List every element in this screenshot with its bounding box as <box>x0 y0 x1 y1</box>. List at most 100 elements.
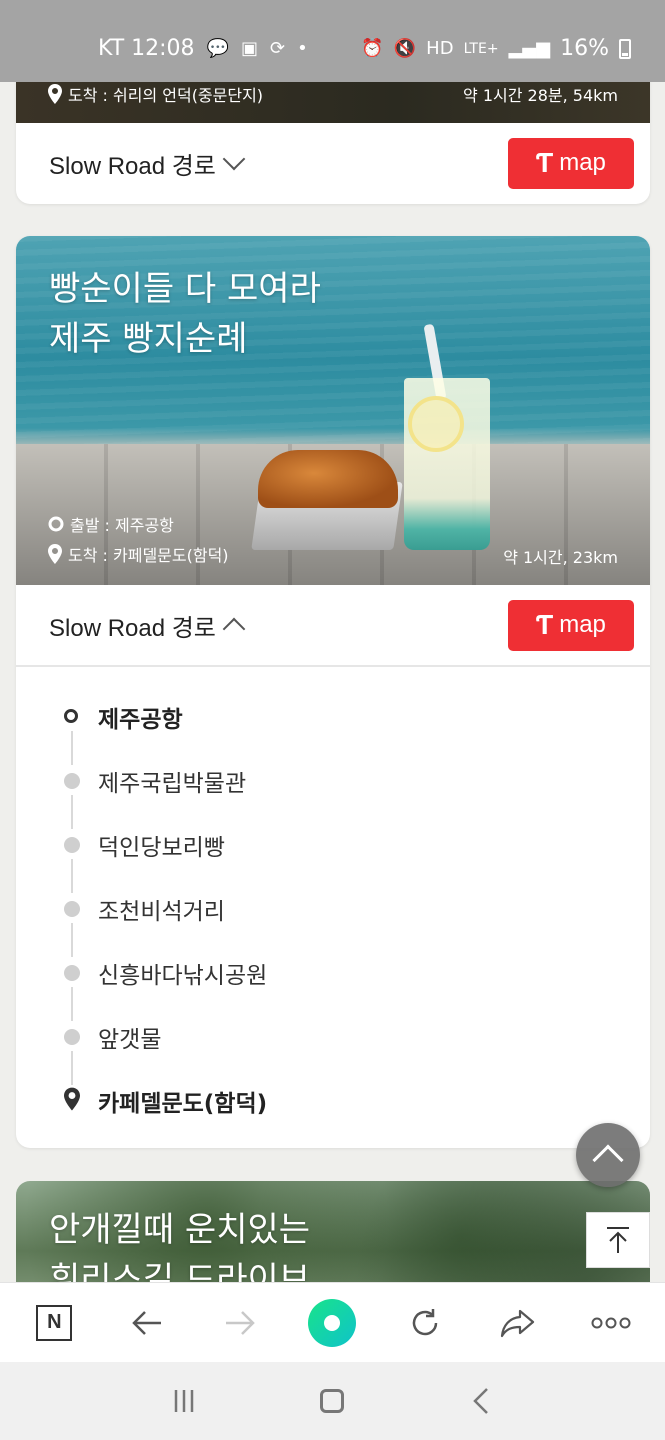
arrow-left-icon <box>132 1310 162 1335</box>
chevron-up-icon <box>592 1144 624 1176</box>
mute-icon: 🔇 <box>393 37 417 59</box>
destination-pin-icon <box>64 1087 80 1111</box>
battery-percent: 16% <box>560 36 609 61</box>
recents-icon <box>174 1390 194 1412</box>
route-connector <box>71 795 73 829</box>
tmap-button[interactable]: Ƭ map <box>508 599 634 651</box>
route-row: Slow Road 경로 Ƭ map <box>16 123 650 203</box>
more-dots-icon <box>591 1317 631 1328</box>
route-card-bread-tour: 빵순이들 다 모여라 제주 빵지순례 출발 : 제주공항 도착 : 카페델문도(… <box>16 236 650 1148</box>
route-card-previous: 도착 : 쉬리의 언덕(중문단지) 약 1시간 28분, 54km Slow R… <box>16 82 650 204</box>
lte-label: LTE+ <box>463 40 499 57</box>
stop-name: 신흥바다낚시공원 <box>98 963 268 989</box>
lemon-slice <box>408 396 464 452</box>
location-pin-icon <box>48 544 62 564</box>
naver-home-button[interactable]: N <box>24 1293 84 1353</box>
tmap-button[interactable]: Ƭ map <box>508 137 634 189</box>
carrier-time: KT 12:08 <box>98 36 195 61</box>
card-hero-image: 도착 : 쉬리의 언덕(중문단지) 약 1시간 28분, 54km <box>16 82 650 123</box>
stop-marker <box>64 837 80 853</box>
map-label: map <box>559 611 606 638</box>
battery-icon <box>619 38 631 59</box>
system-back-button[interactable] <box>451 1371 511 1431</box>
route-toggle[interactable]: Slow Road 경로 <box>49 608 246 643</box>
chevron-up-icon <box>222 617 246 641</box>
green-dot-icon <box>308 1298 357 1347</box>
back-button[interactable] <box>117 1293 177 1353</box>
route-connector <box>71 859 73 893</box>
start-circle-icon <box>64 709 78 723</box>
route-connector <box>71 987 73 1021</box>
route-card-next[interactable]: 안개낄때 운치있는 휘리스길 드라이브 <box>16 1181 650 1282</box>
forward-button[interactable] <box>210 1293 270 1353</box>
stop-dot-icon <box>64 773 80 789</box>
departure-text: 출발 : 제주공항 <box>70 516 174 535</box>
route-connector <box>71 731 73 765</box>
divider <box>16 665 650 667</box>
bread-loaf <box>258 450 398 508</box>
arrow-to-top-icon <box>607 1227 629 1253</box>
page-top-button[interactable] <box>586 1212 650 1268</box>
page-content: 도착 : 쉬리의 언덕(중문단지) 약 1시간 28분, 54km Slow R… <box>0 82 665 1282</box>
share-arrow-icon <box>500 1309 534 1337</box>
route-label: Slow Road 경로 <box>49 614 216 642</box>
refresh-button[interactable] <box>395 1293 455 1353</box>
card-title-line1: 빵순이들 다 모여라 <box>49 269 321 309</box>
recents-button[interactable] <box>154 1371 214 1431</box>
stop-name: 조천비석거리 <box>98 899 225 925</box>
chevron-down-icon <box>222 147 246 171</box>
status-bar: KT 12:08 💬 ▣ ⟳ • ⏰ 🔇 HD LTE+ ▂▄▆ 16% <box>0 0 665 82</box>
more-button[interactable] <box>581 1293 641 1353</box>
arrival-line: 도착 : 쉬리의 언덕(중문단지) <box>48 82 263 106</box>
arrow-right-icon <box>225 1310 255 1335</box>
end-marker <box>64 1087 80 1111</box>
talk-icon: 💬 <box>206 37 229 59</box>
card-title-line2: 휘리스길 드라이브 <box>49 1260 311 1282</box>
start-marker <box>64 709 80 725</box>
refresh-icon <box>412 1308 438 1335</box>
stop-dot-icon <box>64 965 80 981</box>
departure-circle-icon <box>48 516 64 532</box>
scroll-up-button[interactable] <box>576 1123 640 1187</box>
tmap-logo-icon: Ƭ <box>536 147 554 178</box>
hd-icon: HD <box>426 37 454 59</box>
stop-name: 앞갯물 <box>98 1027 162 1053</box>
stop-marker <box>64 901 80 917</box>
sync-icon: ⟳ <box>270 37 286 59</box>
home-button[interactable] <box>302 1371 362 1431</box>
arrival-line: 도착 : 카페델문도(함덕) <box>48 542 229 566</box>
gallery-icon: ▣ <box>240 37 258 59</box>
route-label: Slow Road 경로 <box>49 152 216 180</box>
stop-marker <box>64 773 80 789</box>
stop-dot-icon <box>64 837 80 853</box>
stop-name: 제주공항 <box>98 707 183 733</box>
signal-icon: ▂▄▆ <box>508 37 551 59</box>
location-pin-icon <box>48 84 62 104</box>
departure-line: 출발 : 제주공항 <box>48 512 174 536</box>
route-connector <box>71 923 73 957</box>
stop-name: 카페델문도(함덕) <box>98 1091 268 1117</box>
share-button[interactable] <box>488 1293 548 1353</box>
route-toggle[interactable]: Slow Road 경로 <box>49 146 246 181</box>
system-nav-bar <box>0 1362 665 1440</box>
alarm-icon: ⏰ <box>361 37 384 59</box>
back-chevron-icon <box>473 1388 488 1414</box>
map-label: map <box>559 149 606 176</box>
stop-dot-icon <box>64 901 80 917</box>
tmap-logo-icon: Ƭ <box>536 609 554 640</box>
card-title-line2: 제주 빵지순례 <box>49 319 248 359</box>
stop-dot-icon <box>64 1029 80 1045</box>
route-row: Slow Road 경로 Ƭ map <box>16 585 650 665</box>
green-dot-button[interactable] <box>302 1293 362 1353</box>
stop-name: 덕인당보리빵 <box>98 835 225 861</box>
route-connector <box>71 1051 73 1085</box>
stop-name: 제주국립박물관 <box>98 771 247 797</box>
distance-text: 약 1시간 28분, 54km <box>463 86 618 105</box>
stop-marker <box>64 1029 80 1045</box>
card-hero-image[interactable]: 빵순이들 다 모여라 제주 빵지순례 출발 : 제주공항 도착 : 카페델문도(… <box>16 236 650 585</box>
arrival-text: 도착 : 카페델문도(함덕) <box>68 546 229 565</box>
more-notifications-icon: • <box>297 37 308 59</box>
distance-text: 약 1시간, 23km <box>503 548 618 567</box>
browser-toolbar: N <box>0 1282 665 1362</box>
stop-marker <box>64 965 80 981</box>
